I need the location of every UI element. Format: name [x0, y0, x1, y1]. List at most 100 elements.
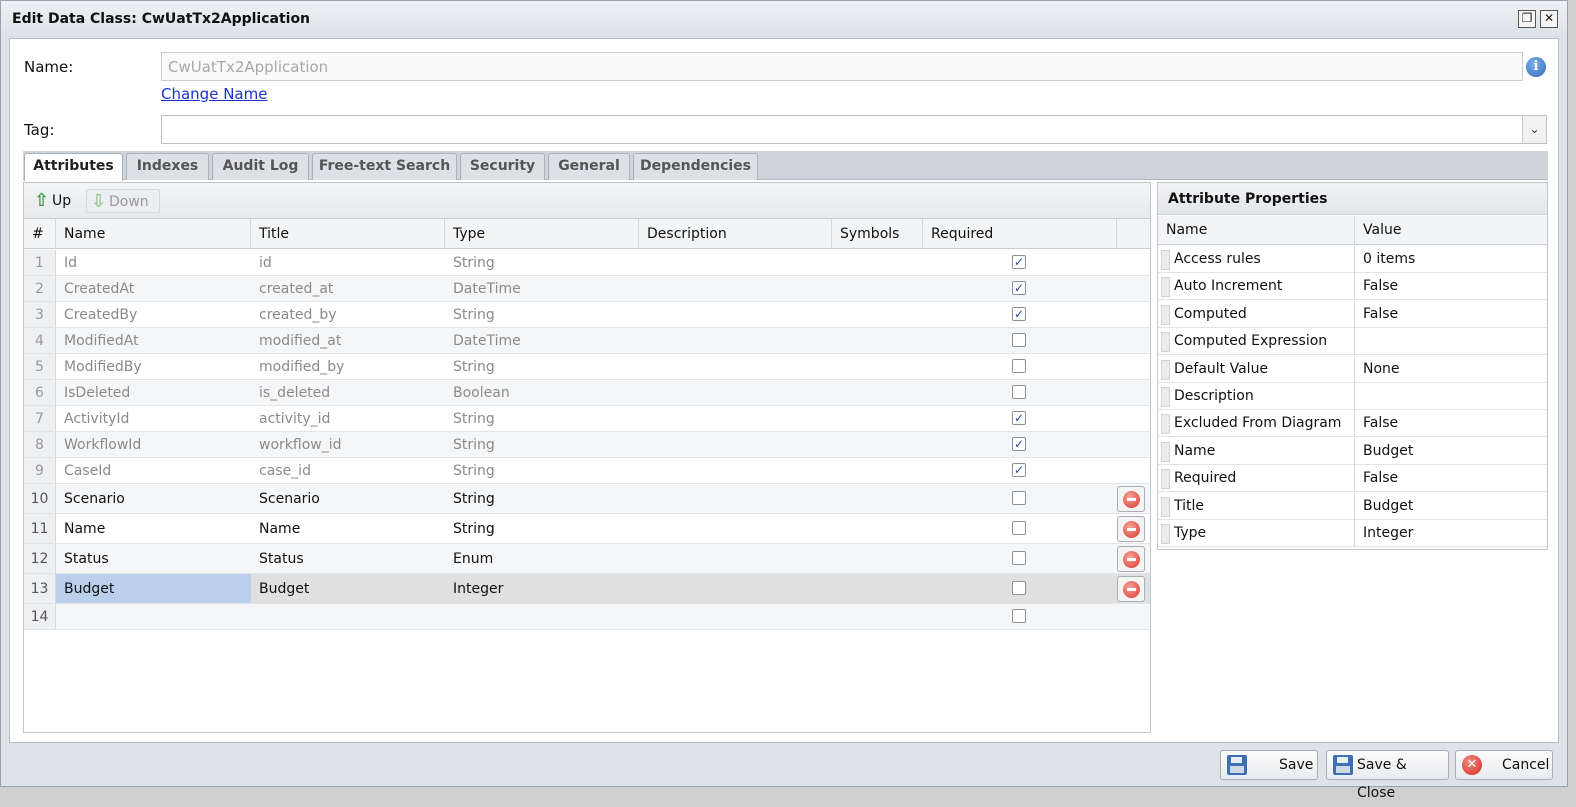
cell-type[interactable]: String	[445, 514, 639, 543]
table-row[interactable]: 3 CreatedBy created_by String ✓	[24, 302, 1150, 328]
column-header-type[interactable]: Type	[445, 219, 639, 249]
down-button[interactable]: ⇩ Down	[86, 189, 160, 213]
save-button[interactable]: Save	[1220, 750, 1318, 780]
tab-bar: Attributes Indexes Audit Log Free-text S…	[23, 151, 1548, 181]
delete-row-button[interactable]	[1117, 516, 1145, 542]
table-row[interactable]: 4 ModifiedAt modified_at DateTime	[24, 328, 1150, 354]
property-value[interactable]: False	[1356, 410, 1398, 437]
property-row[interactable]: Type Integer	[1158, 520, 1547, 547]
chevron-down-icon[interactable]: ⌄	[1522, 116, 1546, 143]
table-row[interactable]: 5 ModifiedBy modified_by String	[24, 354, 1150, 380]
change-name-link[interactable]: Change Name	[161, 85, 267, 103]
column-header-name[interactable]: Name	[56, 219, 251, 249]
property-row[interactable]: Required False	[1158, 465, 1547, 493]
table-row[interactable]: 11 Name Name String	[24, 514, 1150, 544]
cell-type[interactable]: Integer	[445, 574, 639, 603]
required-checkbox[interactable]	[1012, 609, 1026, 623]
property-value[interactable]: Budget	[1356, 493, 1413, 520]
column-header-title[interactable]: Title	[251, 219, 445, 249]
delete-row-button[interactable]	[1117, 546, 1145, 572]
column-header-required[interactable]: Required	[923, 219, 1117, 249]
required-checkbox	[1012, 359, 1026, 373]
cell-type[interactable]: Enum	[445, 544, 639, 573]
table-row[interactable]: 6 IsDeleted is_deleted Boolean	[24, 380, 1150, 406]
column-header-symbols[interactable]: Symbols	[832, 219, 923, 249]
tag-select[interactable]: ⌄	[161, 115, 1547, 144]
name-label: Name:	[24, 58, 74, 76]
properties-title: Attribute Properties	[1158, 183, 1547, 215]
cell-title: workflow_id	[259, 436, 342, 453]
cell-name[interactable]: Budget	[56, 574, 251, 603]
tab-indexes[interactable]: Indexes	[126, 153, 209, 180]
cell-title[interactable]: Scenario	[251, 484, 445, 513]
property-value[interactable]: False	[1356, 273, 1398, 300]
save-close-button[interactable]: Save & Close	[1326, 750, 1449, 801]
table-row[interactable]: 9 CaseId case_id String ✓	[24, 458, 1150, 484]
cell-type: String	[453, 462, 495, 479]
property-row[interactable]: Computed Expression	[1158, 328, 1547, 356]
cancel-button[interactable]: ✕ Cancel	[1455, 750, 1553, 780]
cell-type[interactable]: String	[445, 484, 639, 513]
property-value[interactable]: False	[1356, 301, 1398, 328]
tab-dependencies[interactable]: Dependencies	[633, 153, 758, 180]
up-button[interactable]: ⇧ Up	[30, 189, 82, 213]
required-checkbox[interactable]	[1012, 581, 1026, 595]
cell-title[interactable]: Status	[251, 544, 445, 573]
tab-audit-log[interactable]: Audit Log	[212, 153, 309, 180]
required-checkbox	[1012, 333, 1026, 347]
property-row[interactable]: Auto Increment False	[1158, 273, 1547, 301]
column-header-description[interactable]: Description	[639, 219, 832, 249]
required-checkbox[interactable]	[1012, 491, 1026, 505]
property-row[interactable]: Name Budget	[1158, 437, 1547, 465]
table-row[interactable]: 1 Id id String ✓	[24, 250, 1150, 276]
property-value[interactable]: False	[1356, 465, 1398, 492]
properties-header: Name Value	[1158, 216, 1547, 245]
table-row[interactable]: 8 WorkflowId workflow_id String ✓	[24, 432, 1150, 458]
attribute-properties-panel: Attribute Properties Name Value Access r…	[1157, 182, 1548, 550]
delete-row-button[interactable]	[1117, 576, 1145, 602]
table-row[interactable]: 10 Scenario Scenario String	[24, 484, 1150, 514]
arrow-down-icon: ⇩	[91, 191, 107, 212]
property-row[interactable]: Default Value None	[1158, 355, 1547, 383]
tab-free-text-search[interactable]: Free-text Search	[312, 153, 457, 180]
property-row[interactable]: Access rules 0 items	[1158, 246, 1547, 273]
info-icon[interactable]: i	[1526, 57, 1546, 77]
tab-attributes[interactable]: Attributes	[24, 153, 123, 181]
tab-security[interactable]: Security	[460, 153, 545, 180]
cell-title: id	[259, 254, 272, 271]
cell-title[interactable]	[251, 604, 445, 629]
table-row[interactable]: 7 ActivityId activity_id String ✓	[24, 406, 1150, 432]
property-name: Access rules	[1158, 246, 1355, 273]
table-row[interactable]: 2 CreatedAt created_at DateTime ✓	[24, 276, 1150, 302]
table-row[interactable]: 12 Status Status Enum	[24, 544, 1150, 574]
property-value[interactable]	[1356, 383, 1363, 410]
tab-general[interactable]: General	[548, 153, 630, 180]
property-value[interactable]: Budget	[1356, 438, 1413, 465]
maximize-icon[interactable]: ❐	[1518, 10, 1536, 28]
property-row[interactable]: Description	[1158, 383, 1547, 410]
cell-name[interactable]	[56, 604, 251, 629]
table-row[interactable]: 13 Budget Budget Integer	[24, 574, 1150, 604]
required-checkbox[interactable]	[1012, 521, 1026, 535]
cell-name[interactable]: Scenario	[56, 484, 251, 513]
required-checkbox[interactable]	[1012, 551, 1026, 565]
cell-title[interactable]: Budget	[251, 574, 445, 603]
remove-icon	[1123, 581, 1140, 598]
cell-title[interactable]: Name	[251, 514, 445, 543]
property-value[interactable]: Integer	[1356, 520, 1413, 547]
property-row[interactable]: Computed False	[1158, 300, 1547, 328]
close-icon[interactable]: ✕	[1540, 10, 1558, 28]
cell-name[interactable]: Name	[56, 514, 251, 543]
cell-type: String	[453, 254, 495, 271]
property-row[interactable]: Title Budget	[1158, 492, 1547, 520]
cell-type[interactable]	[445, 604, 639, 629]
tag-label: Tag:	[24, 121, 55, 139]
property-row[interactable]: Excluded From Diagram False	[1158, 410, 1547, 438]
property-value[interactable]: 0 items	[1356, 246, 1415, 273]
cell-name[interactable]: Status	[56, 544, 251, 573]
table-row[interactable]: 14	[24, 604, 1150, 630]
property-value[interactable]	[1356, 328, 1363, 355]
delete-row-button[interactable]	[1117, 486, 1145, 512]
property-value[interactable]: None	[1356, 356, 1400, 383]
cell-name: CreatedAt	[64, 280, 135, 297]
